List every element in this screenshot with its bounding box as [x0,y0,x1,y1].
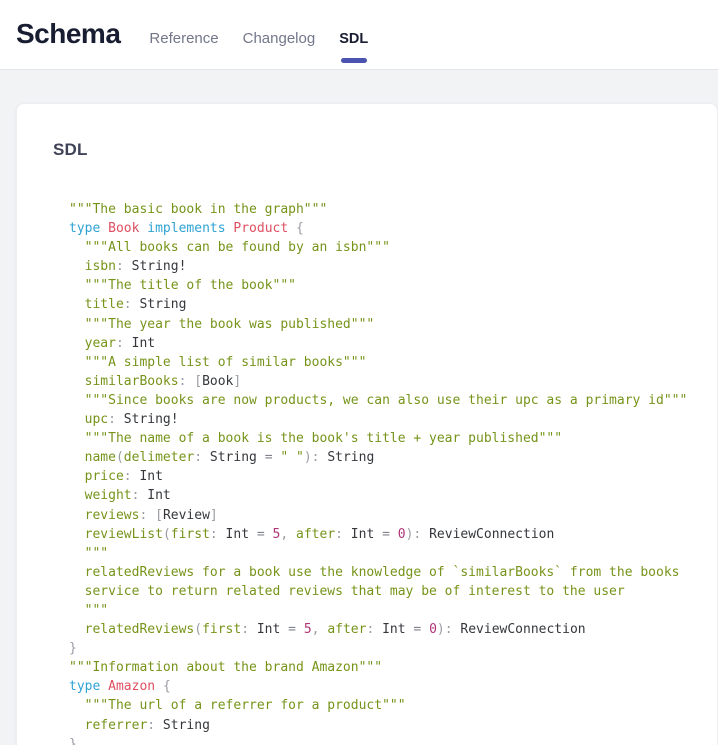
code-line: similarBooks: [Book] [69,372,693,391]
page-title: Schema [16,18,120,50]
code-line: """Information about the brand Amazon""" [69,658,693,677]
code-line: """The url of a referrer for a product""… [69,696,693,715]
code-line: } [69,735,693,745]
code-line: """The title of the book""" [69,276,693,295]
code-line: weight: Int [69,486,693,505]
code-line: """All books can be found by an isbn""" [69,238,693,257]
code-line: title: String [69,295,693,314]
card-heading: SDL [53,140,693,160]
header: Schema Reference Changelog SDL [0,0,718,70]
code-line: """A simple list of similar books""" [69,353,693,372]
code-line: """ [69,544,693,563]
code-line: price: Int [69,467,693,486]
tab-reference[interactable]: Reference [149,30,218,47]
code-line: type Book implements Product { [69,219,693,238]
code-line: relatedReviews for a book use the knowle… [69,563,693,582]
code-line: """Since books are now products, we can … [69,391,693,410]
code-line: referrer: String [69,716,693,735]
sdl-code-block: """The basic book in the graph"""type Bo… [69,200,693,745]
code-line: upc: String! [69,410,693,429]
code-line: relatedReviews(first: Int = 5, after: In… [69,620,693,639]
sdl-card: SDL """The basic book in the graph"""typ… [16,103,718,745]
code-line: type Amazon { [69,677,693,696]
active-tab-indicator [341,58,367,63]
tab-sdl-label: SDL [339,31,368,47]
tab-bar: Reference Changelog SDL [149,30,368,47]
code-line: """ [69,601,693,620]
code-line: """The basic book in the graph""" [69,200,693,219]
code-line: } [69,639,693,658]
code-line: """The year the book was published""" [69,315,693,334]
code-line: reviews: [Review] [69,506,693,525]
code-line: isbn: String! [69,257,693,276]
code-line: name(delimeter: String = " "): String [69,448,693,467]
page-content: SDL """The basic book in the graph"""typ… [0,70,718,745]
tab-changelog[interactable]: Changelog [243,30,316,47]
code-line: reviewList(first: Int = 5, after: Int = … [69,525,693,544]
tab-sdl[interactable]: SDL [339,31,368,47]
code-line: year: Int [69,334,693,353]
code-line: service to return related reviews that m… [69,582,693,601]
code-line: """The name of a book is the book's titl… [69,429,693,448]
